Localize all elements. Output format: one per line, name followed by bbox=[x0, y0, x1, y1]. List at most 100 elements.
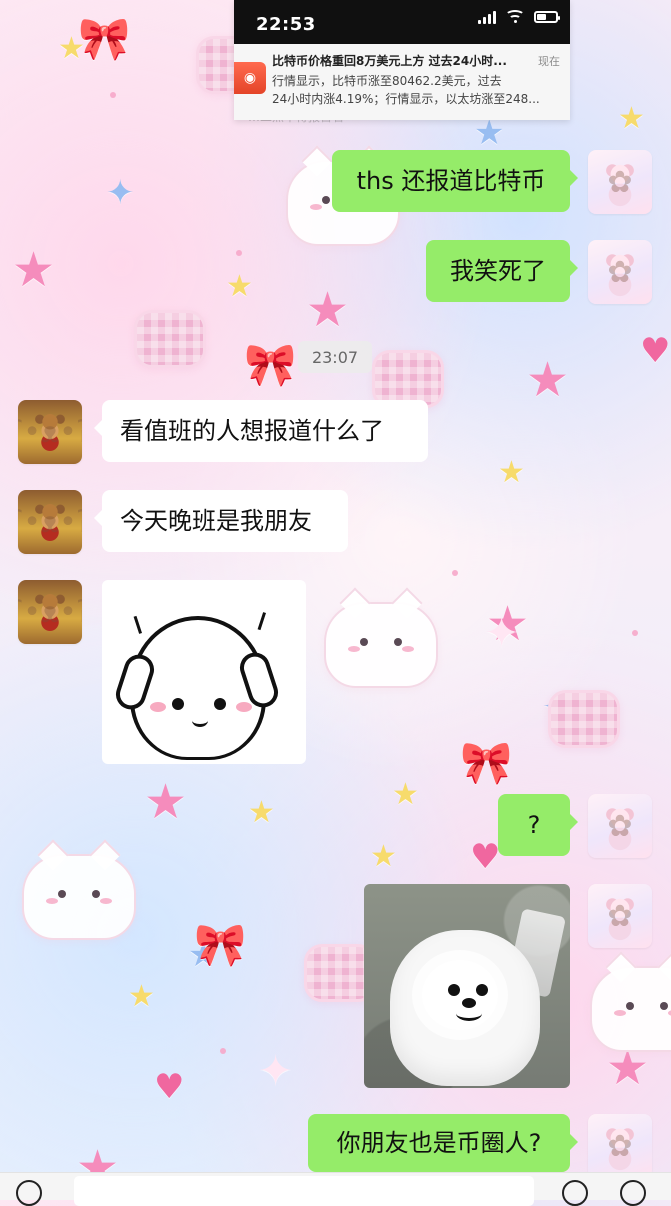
cat-blush bbox=[348, 646, 360, 652]
avatar-face-icon: ✿ bbox=[607, 898, 633, 934]
cat-decoration bbox=[22, 854, 136, 940]
battery-icon bbox=[534, 11, 560, 23]
avatar-face-icon: ✿ bbox=[607, 808, 633, 844]
dot-decoration bbox=[110, 92, 116, 98]
emoji-icon[interactable] bbox=[562, 1180, 588, 1206]
dot-decoration bbox=[220, 1048, 226, 1054]
heart-icon: ♥ bbox=[640, 331, 671, 371]
message-input[interactable] bbox=[74, 1176, 534, 1206]
plush-photo[interactable] bbox=[364, 884, 570, 1088]
chat-timestamp: 23:07 bbox=[298, 341, 372, 373]
self-avatar[interactable]: ✿ bbox=[588, 794, 652, 858]
star-icon: ★ bbox=[474, 113, 505, 153]
incoming-message[interactable]: 看值班的人想报道什么了 bbox=[94, 400, 428, 462]
voice-icon[interactable] bbox=[16, 1180, 42, 1206]
star-icon: ★ bbox=[618, 101, 645, 136]
dot-decoration bbox=[236, 250, 242, 256]
ghost-eye bbox=[214, 698, 226, 710]
self-avatar[interactable]: ✿ bbox=[588, 1114, 652, 1178]
star-icon: ★ bbox=[392, 777, 419, 812]
sparkle-icon: ✦ bbox=[484, 608, 520, 657]
dot-decoration bbox=[452, 570, 458, 576]
plush-face bbox=[422, 960, 498, 1030]
ribbon-icon: 🎀 bbox=[460, 738, 513, 787]
star-icon: ★ bbox=[144, 774, 188, 830]
ghost-eye bbox=[172, 698, 184, 710]
star-icon: ★ bbox=[248, 795, 275, 830]
star-icon: ✦ bbox=[106, 173, 135, 213]
cat-blush bbox=[100, 898, 112, 904]
heart-icon: ♥ bbox=[154, 1067, 185, 1107]
ghost-sticker[interactable] bbox=[102, 580, 306, 764]
heart-icon: ♥ bbox=[470, 837, 501, 877]
ghost-blush bbox=[150, 702, 166, 712]
friend-avatar[interactable]: ʕ•ᴥ•ʔ bbox=[18, 400, 82, 464]
cat-eye bbox=[58, 890, 66, 898]
notification-line-1: 行情显示，比特币涨至80462.2美元，过去 bbox=[272, 74, 502, 88]
cat-eye bbox=[322, 196, 330, 204]
notification-time: 现在 bbox=[538, 55, 560, 68]
self-avatar[interactable]: ✿ bbox=[588, 240, 652, 304]
ribbon-icon: 🎀 bbox=[244, 340, 297, 389]
pillow-decoration bbox=[134, 310, 206, 368]
outgoing-message[interactable]: ? bbox=[498, 794, 578, 856]
star-icon: ★ bbox=[370, 839, 397, 874]
sparkle-icon: ✦ bbox=[258, 1046, 294, 1095]
star-icon: ★ bbox=[306, 282, 350, 338]
self-avatar[interactable]: ✿ bbox=[588, 884, 652, 948]
ghost-mouth bbox=[192, 714, 208, 727]
outgoing-message[interactable]: ths 还报道比特币 bbox=[332, 150, 578, 212]
cat-eye bbox=[92, 890, 100, 898]
ribbon-icon: 🎀 bbox=[194, 920, 247, 969]
ribbon-icon: 🎀 bbox=[78, 14, 131, 63]
ghost-brow bbox=[133, 612, 154, 634]
dot-decoration bbox=[632, 630, 638, 636]
avatar-face-icon: ✿ bbox=[607, 164, 633, 200]
avatar-face-icon: ✿ bbox=[607, 254, 633, 290]
friend-avatar[interactable]: ʕ•ᴥ•ʔ bbox=[18, 580, 82, 644]
bear-icon: ʕ•ᴥ•ʔ bbox=[18, 414, 82, 450]
bear-icon: ʕ•ᴥ•ʔ bbox=[18, 594, 82, 630]
friend-avatar[interactable]: ʕ•ᴥ•ʔ bbox=[18, 490, 82, 554]
notification-line-2: 24小时内涨4.19%；行情显示，以太坊涨至248... bbox=[272, 92, 540, 106]
notification-body[interactable]: ◉ 比特币价格重回8万美元上方 过去24小时... 现在 行情显示，比特币涨至8… bbox=[234, 44, 570, 120]
signal-icon bbox=[478, 10, 496, 24]
status-icons bbox=[478, 10, 560, 24]
star-icon: ★ bbox=[58, 31, 85, 66]
notification-text: 行情显示，比特币涨至80462.2美元，过去 24小时内涨4.19%；行情显示，… bbox=[272, 72, 562, 108]
notification-banner[interactable]: 22:53 ◉ 比特币价格重回8万美元上方 过去24小时... 现在 行情显示，… bbox=[234, 0, 570, 120]
news-app-icon: ◉ bbox=[234, 62, 266, 94]
status-time: 22:53 bbox=[256, 14, 316, 35]
chat-input-bar bbox=[0, 1172, 671, 1206]
cat-blush bbox=[614, 1010, 626, 1016]
pillow-decoration bbox=[548, 690, 620, 748]
cat-eye bbox=[360, 638, 368, 646]
star-icon: ★ bbox=[226, 269, 253, 304]
ghost-brow bbox=[257, 612, 278, 634]
star-icon: ★ bbox=[128, 979, 155, 1014]
cat-blush bbox=[402, 646, 414, 652]
wifi-icon bbox=[506, 10, 524, 24]
notification-title: 比特币价格重回8万美元上方 过去24小时... bbox=[272, 54, 507, 68]
outgoing-message[interactable]: 我笑死了 bbox=[426, 240, 578, 302]
cat-decoration bbox=[324, 602, 438, 688]
cat-decoration bbox=[590, 966, 671, 1052]
star-icon: ★ bbox=[498, 455, 525, 490]
cat-blush bbox=[46, 898, 58, 904]
cat-eye bbox=[394, 638, 402, 646]
bear-icon: ʕ•ᴥ•ʔ bbox=[18, 504, 82, 540]
ghost-blush bbox=[236, 702, 252, 712]
cat-eye bbox=[626, 1002, 634, 1010]
self-avatar[interactable]: ✿ bbox=[588, 150, 652, 214]
avatar-face-icon: ✿ bbox=[607, 1128, 633, 1164]
incoming-message[interactable]: 今天晚班是我朋友 bbox=[94, 490, 348, 552]
plush-eye bbox=[448, 984, 460, 996]
plus-icon[interactable] bbox=[620, 1180, 646, 1206]
plush-eye bbox=[476, 984, 488, 996]
cat-blush bbox=[310, 204, 322, 210]
status-bar: 22:53 bbox=[234, 0, 570, 44]
star-icon: ★ bbox=[526, 352, 570, 408]
plush-mouth bbox=[456, 1006, 482, 1021]
outgoing-message[interactable]: 你朋友也是币圈人? bbox=[308, 1114, 578, 1172]
star-icon: ★ bbox=[12, 242, 56, 298]
